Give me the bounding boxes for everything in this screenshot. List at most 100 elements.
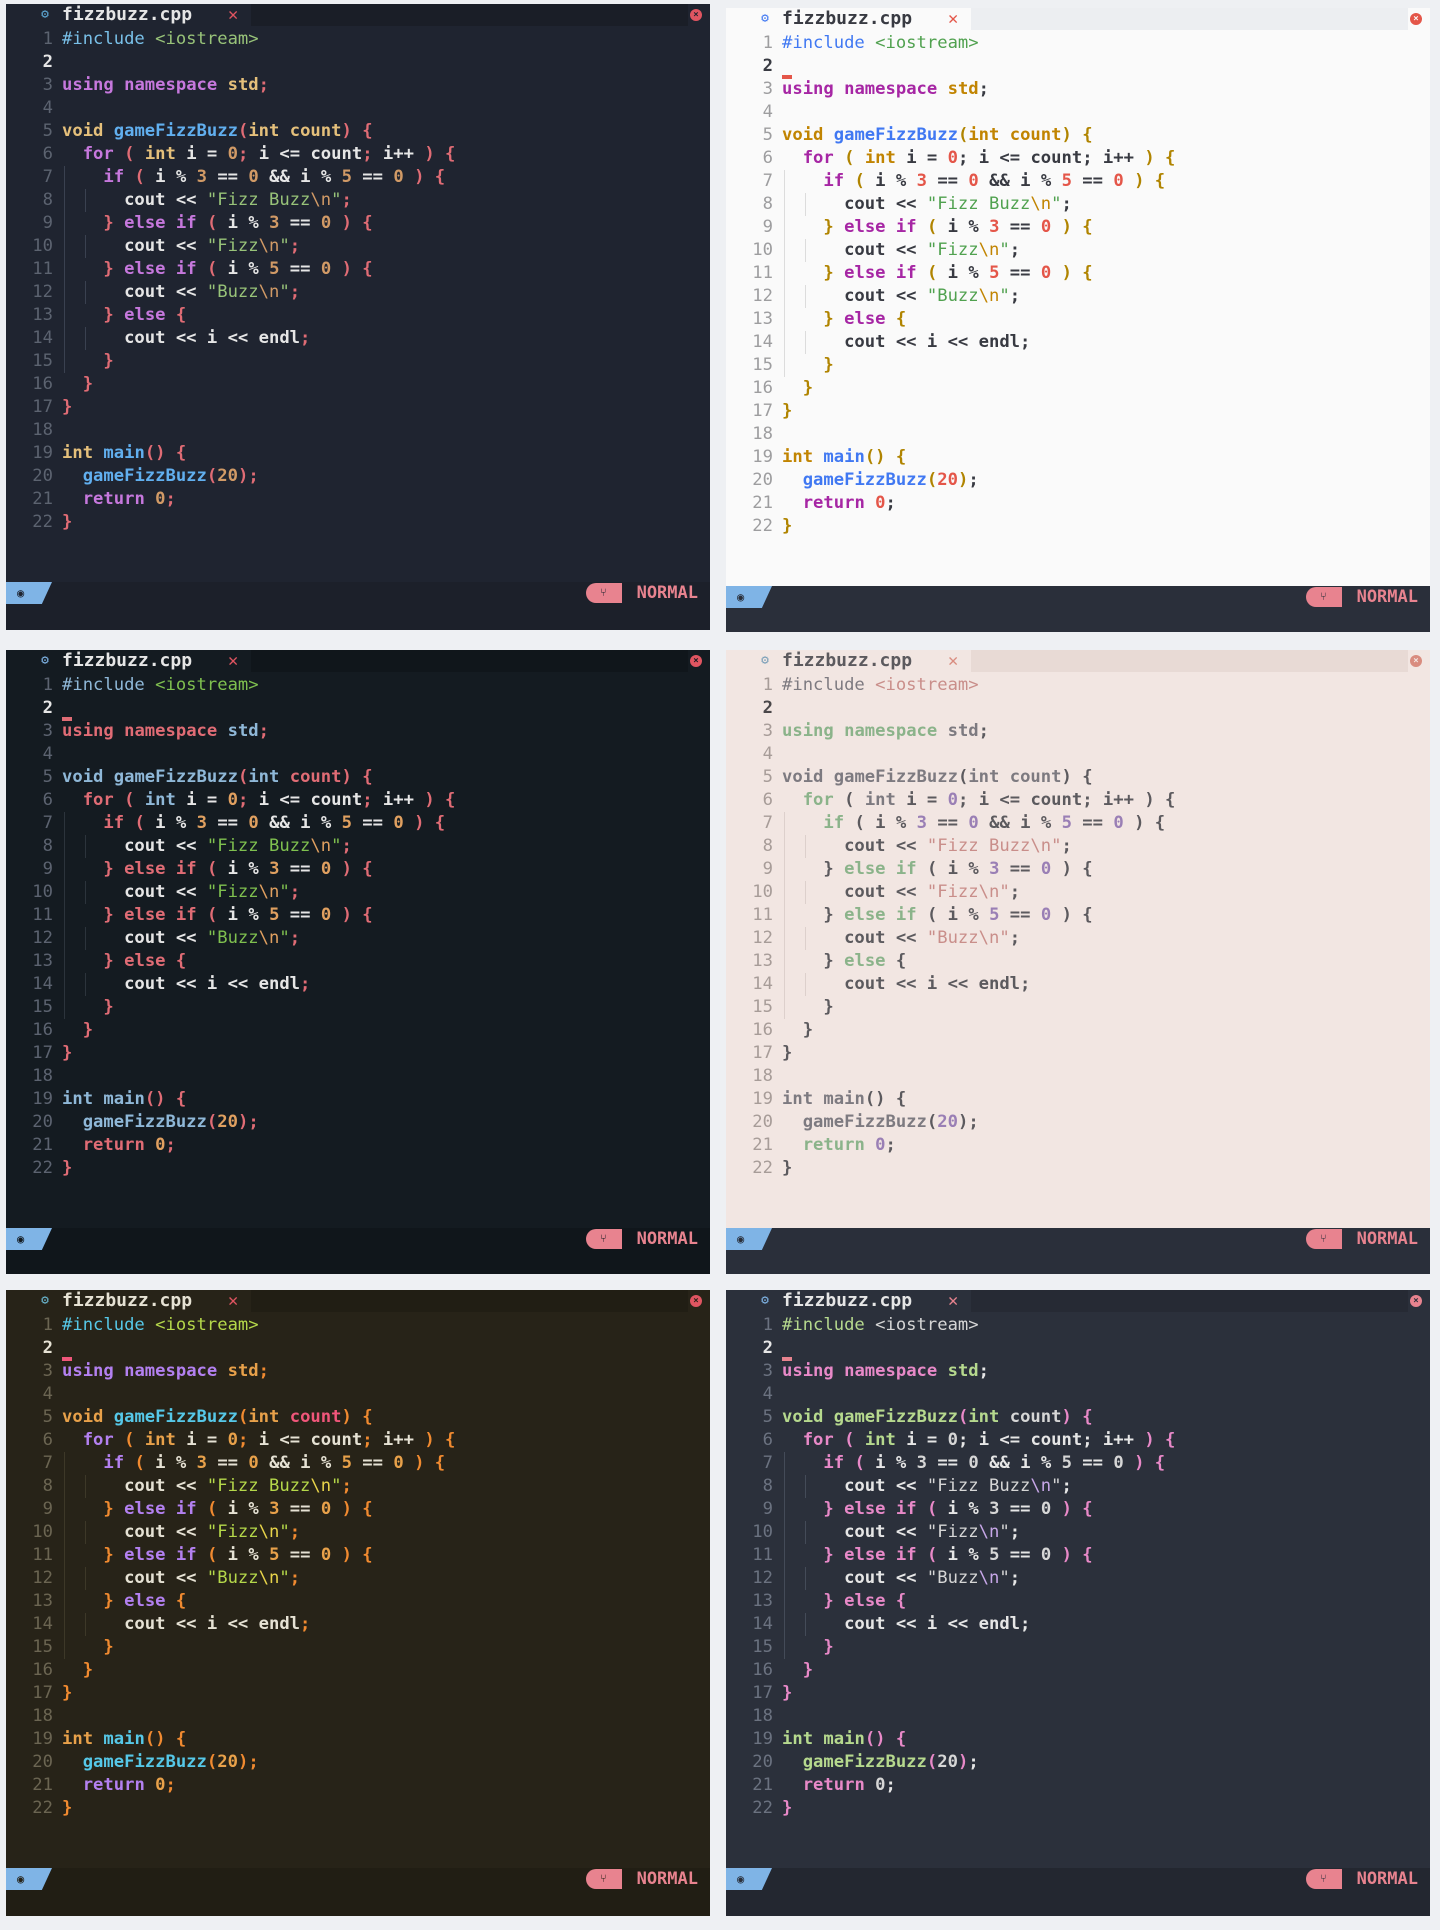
code-token: ) xyxy=(1134,1453,1145,1473)
code-token: == xyxy=(1009,1499,1031,1519)
code-token: ( xyxy=(926,859,938,879)
tab-fizzbuzz[interactable]: ⚙ fizzbuzz.cpp ✕ xyxy=(726,650,966,672)
code-token: if xyxy=(175,259,197,279)
tab-close-icon[interactable]: ✕ xyxy=(228,651,238,671)
code-token: && xyxy=(989,1453,1010,1473)
code-line: 17} xyxy=(726,1682,1430,1705)
code-token: == xyxy=(362,1453,383,1473)
tab-fizzbuzz[interactable]: ⚙ fizzbuzz.cpp ✕ xyxy=(726,8,966,30)
code-text: } xyxy=(782,1042,792,1065)
line-number: 3 xyxy=(42,1361,53,1381)
code-token: ( xyxy=(844,1430,855,1450)
line-number: 16 xyxy=(752,1020,773,1040)
tab-fizzbuzz[interactable]: ⚙ fizzbuzz.cpp ✕ xyxy=(6,650,246,672)
code-token: i xyxy=(217,213,249,233)
tab-close-icon[interactable]: ✕ xyxy=(228,1291,238,1311)
tab-close-icon[interactable]: ✕ xyxy=(948,1291,958,1311)
code-line: 4 xyxy=(726,1383,1430,1406)
code-editor[interactable]: 1 #include <iostream> 2 3 using namespace st… xyxy=(6,28,710,534)
code-token: else xyxy=(844,1545,886,1565)
line-number: 22 xyxy=(752,516,773,536)
code-token: { xyxy=(1082,217,1093,237)
tab-fizzbuzz[interactable]: ⚙ fizzbuzz.cpp ✕ xyxy=(6,1290,246,1312)
code-token: return xyxy=(82,1135,145,1155)
code-editor[interactable]: 1 #include <iostream> 2 3 using namespace st… xyxy=(726,32,1430,538)
code-token: ( xyxy=(206,466,218,486)
code-token: % xyxy=(248,1499,259,1519)
close-icon[interactable]: × xyxy=(1410,13,1422,25)
code-editor[interactable]: 1 #include <iostream> 2 3 using namespace st… xyxy=(726,1314,1430,1820)
tab-close-icon[interactable]: ✕ xyxy=(228,5,238,25)
code-token: 0 xyxy=(947,148,958,168)
code-token: << xyxy=(175,1522,197,1542)
line-number: 8 xyxy=(762,1476,773,1496)
code-token: namespace xyxy=(844,1361,938,1381)
tab-fizzbuzz[interactable]: ⚙ fizzbuzz.cpp ✕ xyxy=(726,1290,966,1312)
code-text: } else { xyxy=(782,1590,906,1613)
command-line[interactable] xyxy=(6,1890,710,1916)
code-line: 22} xyxy=(726,1797,1430,1820)
line-number: 21 xyxy=(32,1775,53,1795)
code-text: using namespace std; xyxy=(62,1360,269,1383)
close-icon[interactable]: × xyxy=(1410,1295,1422,1307)
code-token: i xyxy=(175,1430,207,1450)
code-text: int main() { xyxy=(782,1088,906,1111)
code-line: 20 gameFizzBuzz(20); xyxy=(726,469,1430,492)
code-token: ; xyxy=(362,1430,373,1450)
close-icon[interactable]: × xyxy=(690,1295,702,1307)
tab-close-icon[interactable]: ✕ xyxy=(948,9,958,29)
code-token: } xyxy=(782,1798,793,1818)
command-line[interactable] xyxy=(726,608,1430,632)
code-text: for ( int i = 0; i <= count; i++ ) { xyxy=(62,143,456,166)
code-token: " xyxy=(331,1476,342,1496)
tab-close-icon[interactable]: ✕ xyxy=(948,651,958,671)
code-token: ( xyxy=(206,1545,218,1565)
close-icon[interactable]: × xyxy=(690,655,702,667)
code-token: ; xyxy=(1082,1430,1093,1450)
code-editor[interactable]: 1 #include <iostream> 2 3 using namespace st… xyxy=(6,674,710,1180)
code-token: ++ xyxy=(393,144,414,164)
command-line[interactable] xyxy=(726,1890,1430,1916)
code-token: ) xyxy=(341,859,352,879)
code-token: cout xyxy=(62,328,176,348)
command-line[interactable] xyxy=(6,1250,710,1274)
close-icon[interactable]: × xyxy=(1410,655,1422,667)
code-editor[interactable]: 1 #include <iostream> 2 3 using namespace st… xyxy=(726,674,1430,1180)
code-line: 12 cout << "Buzz\n"; xyxy=(726,927,1430,950)
code-editor[interactable]: 1 #include <iostream> 2 3 using namespace st… xyxy=(6,1314,710,1820)
code-token: i xyxy=(916,332,948,352)
close-icon[interactable]: × xyxy=(690,9,702,21)
code-text: } else { xyxy=(782,308,906,331)
code-token: } xyxy=(823,217,834,237)
command-line[interactable] xyxy=(726,1250,1430,1274)
command-line[interactable] xyxy=(6,604,710,630)
tab-fizzbuzz[interactable]: ⚙ fizzbuzz.cpp ✕ xyxy=(6,4,246,26)
